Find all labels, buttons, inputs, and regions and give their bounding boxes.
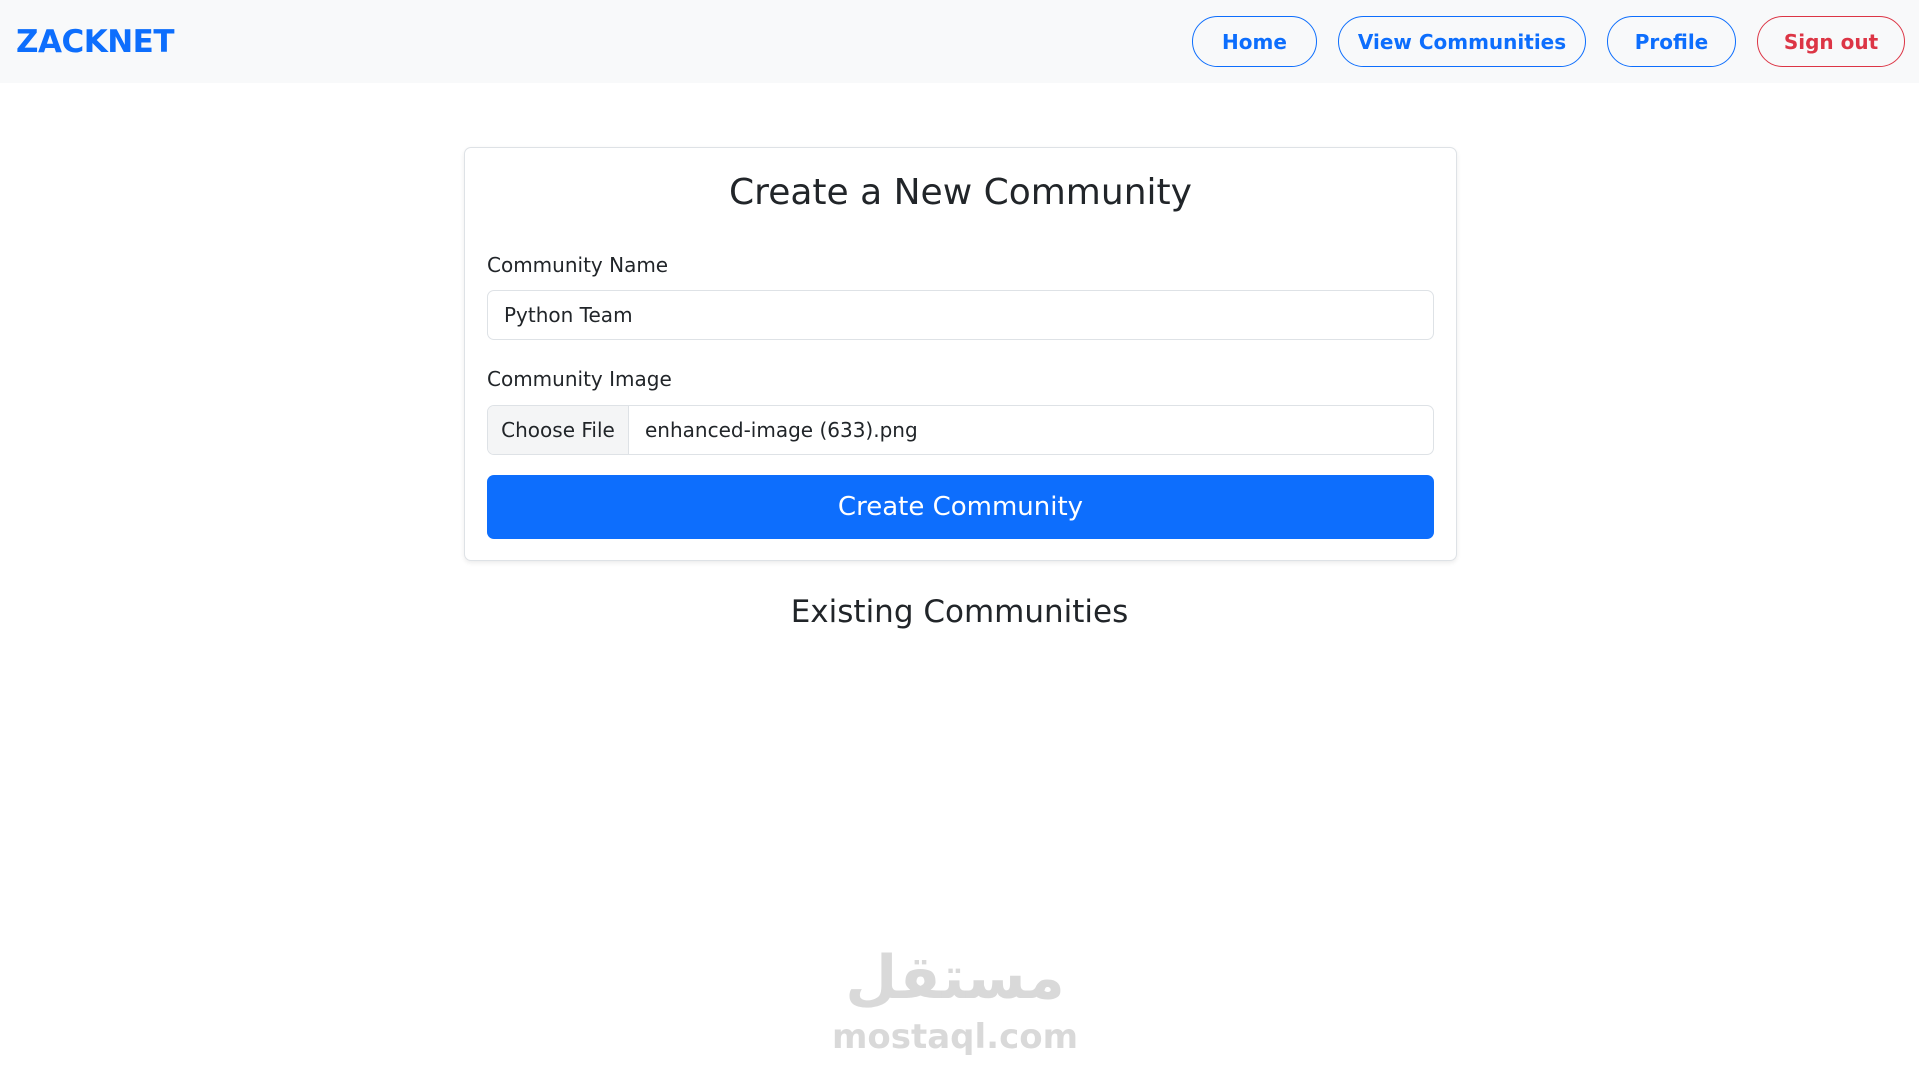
community-image-label: Community Image xyxy=(487,367,672,391)
card-title: Create a New Community xyxy=(729,172,1192,213)
watermark-domain: mostaql.com xyxy=(831,1017,1079,1057)
create-community-card: Create a New Community Community Name Co… xyxy=(464,147,1457,561)
existing-communities-heading: Existing Communities xyxy=(790,594,1129,630)
choose-file-button[interactable]: Choose File xyxy=(488,406,629,454)
sign-out-button[interactable]: Sign out xyxy=(1757,16,1905,67)
create-community-button[interactable]: Create Community xyxy=(487,475,1434,539)
navbar: ZACKNET Home View Communities Profile Si… xyxy=(0,0,1919,83)
selected-file-name: enhanced-image (633).png xyxy=(645,418,918,442)
watermark: مستقل mostaql.com xyxy=(830,945,1080,1060)
nav-home-button[interactable]: Home xyxy=(1192,16,1317,67)
community-name-label: Community Name xyxy=(487,253,669,277)
nav-profile-button[interactable]: Profile xyxy=(1607,16,1736,67)
watermark-logo: مستقل xyxy=(845,943,1065,1013)
community-image-file-input[interactable]: Choose File enhanced-image (633).png xyxy=(487,405,1434,455)
community-name-input[interactable] xyxy=(487,290,1434,340)
brand-logo[interactable]: ZACKNET xyxy=(16,22,175,62)
nav-view-communities-button[interactable]: View Communities xyxy=(1338,16,1586,67)
